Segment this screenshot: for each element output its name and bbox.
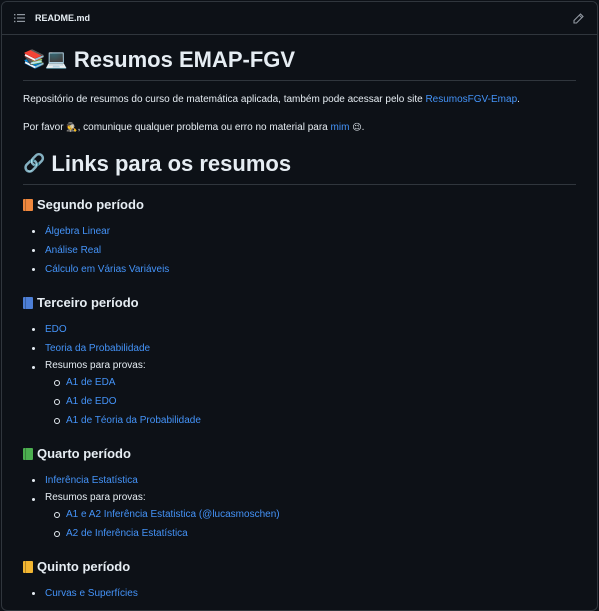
markdown-body: 📚💻 Resumos EMAP-FGV Repositório de resum…: [2, 35, 597, 603]
link-icon: 🔗: [23, 153, 46, 173]
list-item: Teoria da Probabilidade: [32, 339, 576, 358]
yellow-book-icon: [23, 560, 33, 573]
links-heading-text: Links para os resumos: [51, 150, 292, 176]
period-heading-quinto: Quinto período: [23, 559, 576, 574]
list-item: Curvas e Superfícies: [32, 584, 576, 603]
blue-book-icon: [23, 296, 33, 309]
list-item: A2 de Inferência Estatística: [54, 524, 576, 543]
course-link[interactable]: Curvas e Superfícies: [45, 588, 138, 599]
links-heading: 🔗 Links para os resumos: [23, 149, 576, 185]
course-link[interactable]: Teoria da Probabilidade: [45, 343, 150, 354]
course-link[interactable]: Inferência Estatística: [45, 475, 138, 486]
exam-link[interactable]: A1 de EDA: [66, 377, 115, 388]
course-link[interactable]: Álgebra Linear: [45, 226, 110, 237]
list-item: A1 de EDA: [54, 373, 576, 392]
list-item: Cálculo em Várias Variáveis: [32, 260, 576, 279]
course-link[interactable]: Cálculo em Várias Variáveis: [45, 264, 169, 275]
intro-paragraph: Repositório de resumos do curso de matem…: [23, 94, 520, 105]
exam-link[interactable]: A1 e A2 Inferência Estatistica (@lucasmo…: [66, 509, 280, 520]
pencil-icon[interactable]: [571, 11, 585, 25]
course-list-quinto: Curvas e Superfícies: [23, 584, 576, 603]
exam-link[interactable]: A1 de EDO: [66, 396, 117, 407]
course-list-terceiro: EDO Teoria da Probabilidade Resumos para…: [23, 320, 576, 430]
course-list-quarto: Inferência Estatística Resumos para prov…: [23, 471, 576, 543]
list-item: Álgebra Linear: [32, 222, 576, 241]
file-header: README.md: [2, 2, 597, 35]
course-link[interactable]: EDO: [45, 324, 67, 335]
list-item: Análise Real: [32, 241, 576, 260]
exams-label: Resumos para provas:: [45, 360, 146, 371]
list-item: A1 de EDO: [54, 392, 576, 411]
green-book-icon: [23, 447, 33, 460]
list-item: Resumos para provas: A1 de EDA A1 de EDO…: [32, 358, 576, 430]
exams-label: Resumos para provas:: [45, 492, 146, 503]
site-link[interactable]: ResumosFGV-Emap: [425, 94, 517, 105]
readme-panel: README.md 📚💻 Resumos EMAP-FGV Repositóri…: [1, 1, 598, 611]
course-list-segundo: Álgebra Linear Análise Real Cálculo em V…: [23, 222, 576, 279]
file-name: README.md: [35, 13, 91, 23]
detective-icon: 🕵️: [66, 122, 78, 132]
list-item: Inferência Estatística: [32, 471, 576, 490]
page-title-text: Resumos EMAP-FGV: [73, 46, 296, 72]
contact-link[interactable]: mim: [331, 122, 350, 133]
list-item: A1 de Téoria da Probabilidade: [54, 411, 576, 430]
exam-list: A1 de EDA A1 de EDO A1 de Téoria da Prob…: [45, 373, 576, 430]
period-heading-quarto: Quarto período: [23, 446, 576, 461]
books-laptop-icon: 📚💻: [23, 49, 68, 69]
exam-link[interactable]: A1 de Téoria da Probabilidade: [66, 415, 201, 426]
exam-list: A1 e A2 Inferência Estatistica (@lucasmo…: [45, 505, 576, 543]
period-heading-segundo: Segundo período: [23, 197, 576, 212]
orange-book-icon: [23, 198, 33, 211]
course-link[interactable]: Análise Real: [45, 245, 101, 256]
list-item: A1 e A2 Inferência Estatistica (@lucasmo…: [54, 505, 576, 524]
list-item: Resumos para provas: A1 e A2 Inferência …: [32, 490, 576, 543]
exam-link[interactable]: A2 de Inferência Estatística: [66, 528, 188, 539]
wink-icon: 😉: [352, 122, 362, 132]
page-title: 📚💻 Resumos EMAP-FGV: [23, 45, 576, 81]
report-paragraph: Por favor 🕵️, comunique qualquer problem…: [23, 122, 365, 133]
list-item: EDO: [32, 320, 576, 339]
period-heading-terceiro: Terceiro período: [23, 295, 576, 310]
list-unordered-icon[interactable]: [12, 11, 26, 25]
